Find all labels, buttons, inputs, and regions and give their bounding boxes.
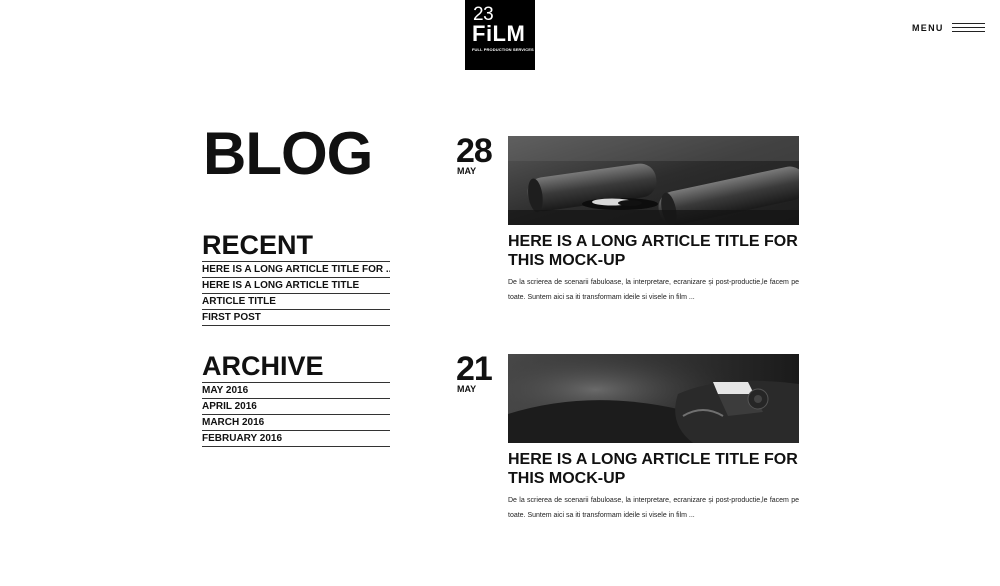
archive-link[interactable]: MAY 2016 — [202, 383, 390, 398]
list-item: ARTICLE TITLE — [202, 294, 390, 310]
post-title-link[interactable]: HERE IS A LONG ARTICLE TITLE FOR THIS MO… — [508, 233, 798, 269]
list-item: FIRST POST — [202, 310, 390, 326]
list-item: MARCH 2016 — [202, 415, 390, 431]
logo-name: FiLM — [472, 21, 526, 46]
page-title: BLOG — [203, 120, 373, 187]
post-title-link[interactable]: HERE IS A LONG ARTICLE TITLE FOR THIS MO… — [508, 451, 798, 487]
post-image-camera-detail[interactable] — [508, 354, 799, 443]
post-day: 28 — [456, 132, 493, 170]
post-image-film-equipment[interactable] — [508, 136, 799, 225]
camera-detail-photo — [508, 354, 799, 443]
archive-link[interactable]: FEBRUARY 2016 — [202, 431, 390, 446]
recent-section: RECENT HERE IS A LONG ARTICLE TITLE FOR … — [202, 231, 390, 326]
archive-link[interactable]: APRIL 2016 — [202, 399, 390, 414]
post-title[interactable]: HERE IS A LONG ARTICLE TITLE FOR THIS MO… — [508, 232, 799, 270]
post-date: 21 MAY — [456, 350, 504, 394]
menu-button[interactable]: MENU — [912, 20, 985, 36]
recent-link[interactable]: FIRST POST — [202, 310, 390, 325]
post-excerpt: De la scrierea de scenarii fabuloase, la… — [508, 279, 799, 301]
list-item: MAY 2016 — [202, 383, 390, 399]
logo-23film[interactable]: 23 FiLM FULL PRODUCTION SERVICES — [465, 0, 535, 70]
post-day: 21 — [456, 350, 493, 388]
menu-label: MENU — [912, 23, 944, 33]
list-item: FEBRUARY 2016 — [202, 431, 390, 447]
post-date: 28 MAY — [456, 132, 504, 176]
hamburger-icon — [951, 22, 985, 34]
recent-link[interactable]: ARTICLE TITLE — [202, 294, 390, 309]
list-item: HERE IS A LONG ARTICLE TITLE FOR ... — [202, 262, 390, 278]
list-item: APRIL 2016 — [202, 399, 390, 415]
archive-link[interactable]: MARCH 2016 — [202, 415, 390, 430]
logo-tagline: FULL PRODUCTION SERVICES — [472, 47, 534, 52]
recent-heading: RECENT — [202, 230, 314, 260]
list-item: HERE IS A LONG ARTICLE TITLE — [202, 278, 390, 294]
recent-link[interactable]: HERE IS A LONG ARTICLE TITLE — [202, 278, 390, 293]
recent-link[interactable]: HERE IS A LONG ARTICLE TITLE FOR ... — [202, 262, 390, 277]
archive-list: MAY 2016 APRIL 2016 MARCH 2016 FEBRUARY … — [202, 382, 390, 447]
archive-heading: ARCHIVE — [202, 351, 324, 381]
post-title[interactable]: HERE IS A LONG ARTICLE TITLE FOR THIS MO… — [508, 450, 799, 488]
post-excerpt: De la scrierea de scenarii fabuloase, la… — [508, 497, 799, 519]
recent-list: HERE IS A LONG ARTICLE TITLE FOR ... HER… — [202, 261, 390, 326]
archive-section: ARCHIVE MAY 2016 APRIL 2016 MARCH 2016 F… — [202, 352, 390, 447]
film-equipment-photo — [508, 136, 799, 225]
